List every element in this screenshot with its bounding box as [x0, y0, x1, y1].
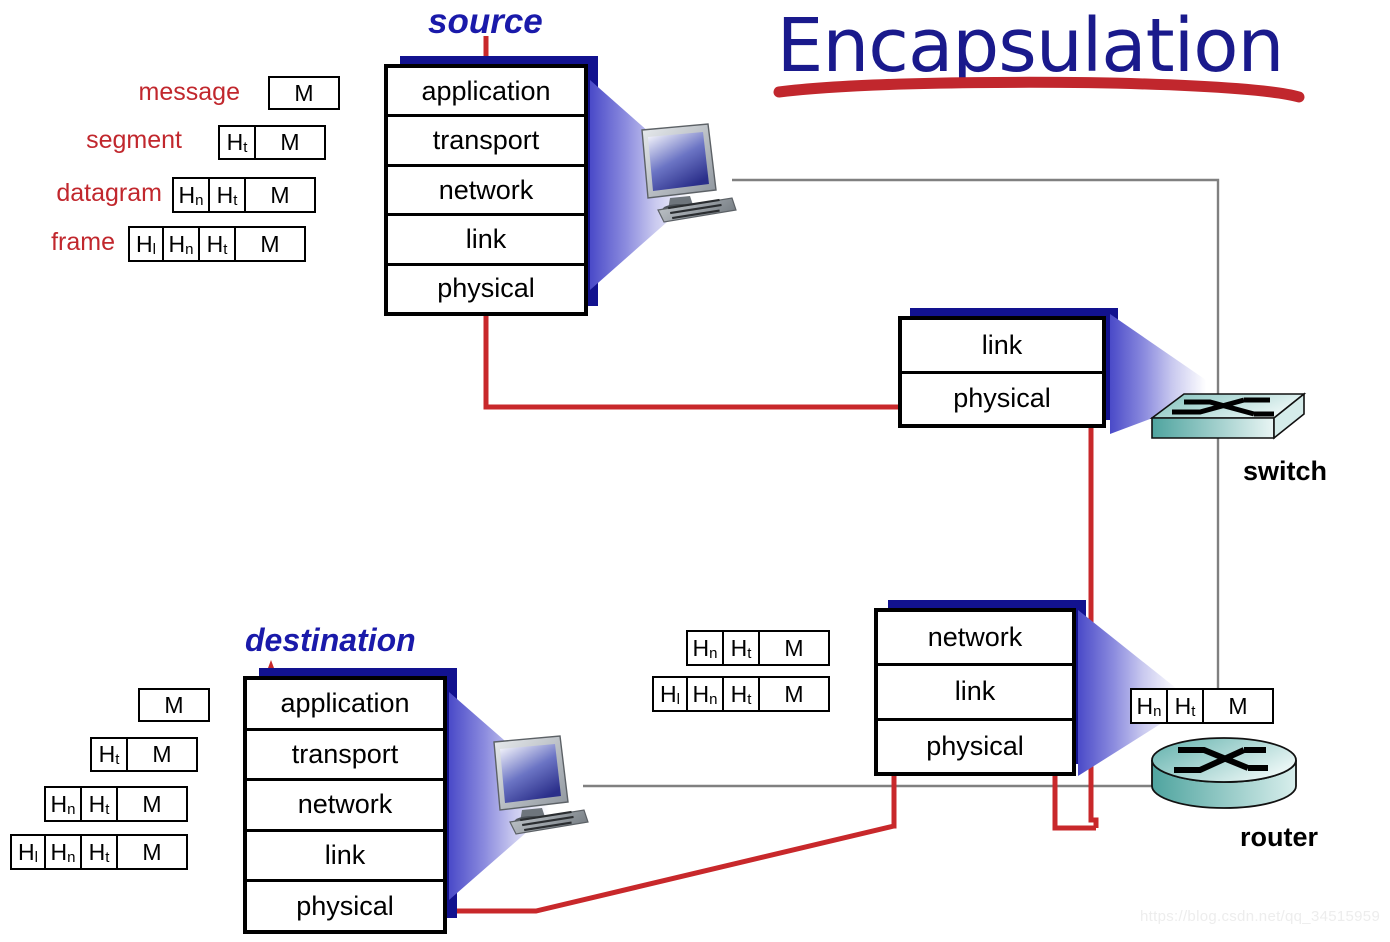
stack-layer-network: network	[878, 612, 1072, 667]
stack-layer-physical: physical	[953, 383, 1051, 414]
stack-layer-transport: transport	[388, 117, 584, 167]
pdu-cell-hn: Hn	[174, 179, 210, 211]
stack-layer-network: network	[388, 167, 584, 217]
pdu-cell-ht: Ht	[724, 632, 760, 664]
switch-device-icon	[1149, 392, 1307, 440]
stack-layer-link: link	[878, 666, 1072, 721]
pdu-label-message: message	[138, 78, 240, 106]
pdu-cell-payload: M	[270, 181, 290, 208]
pdu-cell-hn: Hn	[46, 788, 82, 820]
pdu-box-router-frame: Hl Hn Ht M	[652, 676, 830, 712]
pdu-cell-payload: M	[152, 741, 172, 767]
stack-layers: application transport network link physi…	[243, 676, 447, 934]
protocol-stack-switch: link physical	[898, 308, 1206, 434]
caption-source: source	[428, 2, 543, 41]
router-label: router	[1240, 822, 1319, 852]
pdu-box-dest-datagram: Hn Ht M	[44, 786, 188, 822]
stack-layer-physical: physical	[296, 890, 394, 921]
computer-icon-destination	[493, 735, 589, 835]
pdu-cell-hl: Hl	[654, 678, 688, 710]
pdu-box-dest-segment: Ht M	[90, 737, 198, 772]
protocol-stack-destination: application transport network link physi…	[243, 668, 549, 936]
watermark: https://blog.csdn.net/qq_34515959	[1140, 908, 1381, 925]
pdu-cell-ht: Ht	[1168, 690, 1204, 722]
pdu-cell-hn: Hn	[688, 632, 724, 664]
stack-layers: application transport network link physi…	[384, 64, 588, 316]
stack-layer-link: link	[388, 216, 584, 266]
pdu-cell-payload: M	[142, 838, 162, 865]
pdu-box-message: M	[268, 76, 340, 110]
pdu-box-router-out-datagram: Hn Ht M	[1130, 688, 1274, 724]
pdu-cell-payload: M	[164, 691, 184, 718]
pdu-box-dest-frame: Hl Hn Ht M	[10, 834, 188, 870]
pdu-box-datagram: Hn Ht M	[172, 177, 316, 213]
pdu-cell-hn: Hn	[46, 836, 82, 868]
pdu-cell-payload: M	[1228, 692, 1248, 719]
stack-layer-transport: transport	[247, 731, 443, 782]
pdu-cell-hn: Hn	[1132, 690, 1168, 722]
stack-layer-application: application	[247, 680, 443, 731]
pdu-cell-payload: M	[142, 790, 162, 817]
stack-layer-link: link	[902, 320, 1102, 374]
pdu-label-datagram: datagram	[56, 179, 162, 207]
stack-layer-physical: physical	[926, 730, 1024, 761]
stack-layers: link physical	[898, 316, 1106, 428]
pdu-label-segment: segment	[86, 126, 182, 154]
pdu-box-dest-message: M	[138, 688, 210, 722]
pdu-cell-payload: M	[784, 634, 804, 661]
computer-icon-source	[641, 123, 737, 223]
router-device-icon	[1151, 737, 1297, 809]
stack-layer-network: network	[247, 781, 443, 832]
pdu-cell-ht: Ht	[82, 788, 118, 820]
pdu-cell-payload: M	[260, 230, 280, 257]
pdu-cell-payload: M	[294, 79, 314, 106]
pdu-cell-ht: Ht	[724, 678, 760, 710]
stack-layer-link: link	[247, 832, 443, 883]
pdu-cell-ht: Ht	[210, 179, 246, 211]
caption-destination: destination	[245, 622, 416, 658]
stack-layer-application: application	[388, 68, 584, 118]
pdu-cell-payload: M	[280, 129, 300, 155]
protocol-stack-router: network link physical	[874, 600, 1178, 776]
pdu-cell-hl: Hl	[130, 228, 164, 260]
switch-label: switch	[1243, 456, 1328, 486]
pdu-cell-ht: Ht	[82, 836, 118, 868]
pdu-cell-hl: Hl	[12, 836, 46, 868]
pdu-cell-hn: Hn	[688, 678, 724, 710]
protocol-stack-source: application transport network link physi…	[384, 56, 690, 318]
pdu-box-segment: Ht M	[218, 125, 326, 160]
stack-layer-physical: physical	[437, 273, 535, 304]
stack-layers: network link physical	[874, 608, 1076, 776]
pdu-cell-ht: Ht	[220, 127, 256, 158]
pdu-cell-ht: Ht	[92, 739, 128, 770]
pdu-cell-payload: M	[784, 680, 804, 707]
pdu-cell-ht: Ht	[200, 228, 236, 260]
pdu-box-router-datagram: Hn Ht M	[686, 630, 830, 666]
pdu-label-frame: frame	[51, 228, 115, 256]
pdu-cell-hn: Hn	[164, 228, 200, 260]
pdu-box-frame: Hl Hn Ht M	[128, 226, 306, 262]
